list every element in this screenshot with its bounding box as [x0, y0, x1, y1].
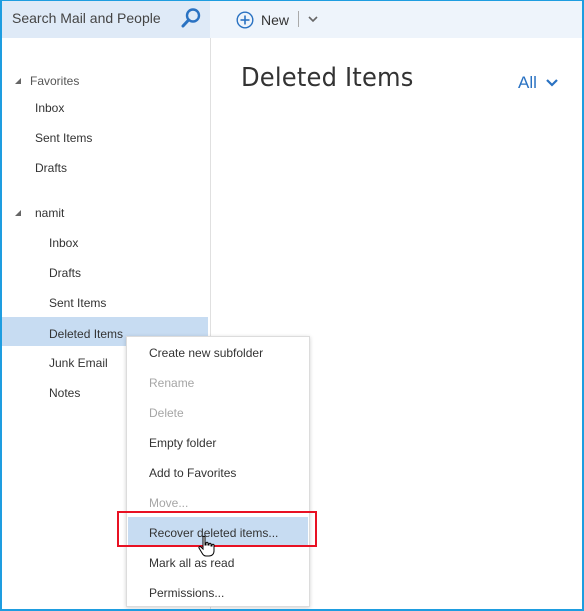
menu-item-label: Recover deleted items...: [149, 526, 279, 540]
folder-label: Inbox: [35, 101, 65, 115]
folder-item-sent-items[interactable]: Sent Items: [2, 289, 208, 318]
menu-item-permissions[interactable]: Permissions...: [128, 577, 308, 607]
menu-item-mark-all-as-read[interactable]: Mark all as read: [128, 547, 308, 577]
new-button[interactable]: New: [236, 9, 289, 31]
outlook-window: Search Mail and People New Favorites Inb…: [0, 0, 584, 611]
menu-item-empty-folder[interactable]: Empty folder: [128, 427, 308, 457]
toolbar-separator: [298, 11, 299, 27]
folder-label: Inbox: [49, 236, 79, 250]
menu-item-add-to-favorites[interactable]: Add to Favorites: [128, 457, 308, 487]
menu-item-rename: Rename: [128, 367, 308, 397]
context-menu: Create new subfolder Rename Delete Empty…: [126, 336, 310, 607]
folder-label: Drafts: [35, 161, 68, 175]
menu-item-delete: Delete: [128, 397, 308, 427]
search-input[interactable]: Search Mail and People: [12, 10, 161, 26]
menu-item-label: Rename: [149, 376, 195, 390]
page-title: Deleted Items: [241, 63, 414, 93]
account-label: namit: [35, 206, 65, 220]
menu-item-label: Move...: [149, 496, 189, 510]
folder-label: Sent Items: [49, 296, 107, 310]
favorites-label: Favorites: [30, 74, 80, 88]
menu-item-label: Add to Favorites: [149, 466, 237, 480]
favorites-item-inbox[interactable]: Inbox: [2, 94, 208, 123]
plus-circle-icon: [236, 11, 254, 29]
filter-label: All: [518, 73, 537, 92]
menu-item-create-new-subfolder[interactable]: Create new subfolder: [128, 337, 308, 367]
chevron-down-icon: [546, 79, 558, 87]
menu-item-label: Permissions...: [149, 586, 225, 600]
search-box[interactable]: Search Mail and People: [2, 1, 210, 38]
menu-item-recover-deleted-items[interactable]: Recover deleted items...: [128, 517, 308, 547]
search-icon[interactable]: [180, 7, 202, 29]
menu-item-label: Mark all as read: [149, 556, 235, 570]
chevron-down-icon[interactable]: [306, 12, 320, 26]
folder-label: Sent Items: [35, 131, 93, 145]
menu-item-move: Move...: [128, 487, 308, 517]
folder-item-drafts[interactable]: Drafts: [2, 259, 208, 288]
menu-item-label: Create new subfolder: [149, 346, 264, 360]
filter-dropdown[interactable]: All: [518, 73, 559, 93]
collapse-triangle-icon[interactable]: [15, 210, 21, 216]
folder-label: Deleted Items: [49, 327, 124, 341]
command-bar: New: [210, 1, 582, 38]
folder-label: Drafts: [49, 266, 82, 280]
folder-label: Junk Email: [49, 356, 108, 370]
new-label: New: [261, 12, 290, 28]
menu-item-label: Delete: [149, 406, 184, 420]
account-group[interactable]: namit: [2, 199, 210, 227]
favorites-item-sent-items[interactable]: Sent Items: [2, 124, 208, 153]
menu-item-label: Empty folder: [149, 436, 217, 450]
favorites-group[interactable]: Favorites: [2, 67, 210, 95]
folder-item-inbox[interactable]: Inbox: [2, 229, 208, 258]
collapse-triangle-icon[interactable]: [15, 78, 21, 84]
favorites-item-drafts[interactable]: Drafts: [2, 154, 208, 183]
folder-label: Notes: [49, 386, 81, 400]
